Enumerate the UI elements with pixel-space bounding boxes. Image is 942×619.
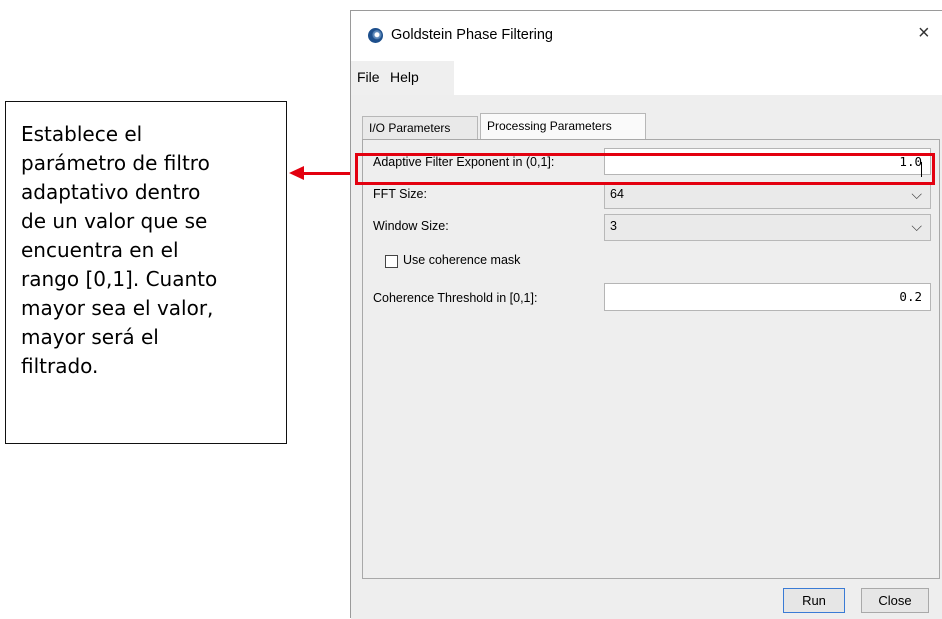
- menu-bar: File Help: [351, 61, 454, 95]
- callout-line: filtrado.: [21, 354, 99, 378]
- callout-line: rango [0,1]. Cuanto: [21, 267, 218, 291]
- dialog-window: Goldstein Phase Filtering × File Help I/…: [350, 10, 942, 619]
- snap-app-icon: [368, 28, 383, 43]
- fft-size-label: FFT Size:: [373, 187, 427, 201]
- coherence-mask-checkbox[interactable]: [385, 255, 398, 268]
- tab-io-parameters[interactable]: I/O Parameters: [362, 116, 478, 139]
- processing-panel: Adaptive Filter Exponent in (0,1]: 1.0 F…: [362, 139, 940, 579]
- callout-line: mayor sea el valor,: [21, 296, 214, 320]
- window-size-label: Window Size:: [373, 219, 449, 233]
- window-size-value: 3: [610, 219, 617, 233]
- coherence-threshold-input[interactable]: 0.2: [604, 283, 931, 311]
- coherence-mask-label: Use coherence mask: [403, 253, 521, 267]
- callout-line: mayor será el: [21, 325, 159, 349]
- menu-file[interactable]: File: [357, 69, 380, 85]
- menu-help[interactable]: Help: [390, 69, 419, 85]
- arrow-line: [303, 172, 355, 175]
- coherence-threshold-label: Coherence Threshold in [0,1]:: [373, 291, 538, 305]
- callout-line: adaptativo dentro: [21, 180, 201, 204]
- tab-processing-parameters[interactable]: Processing Parameters: [480, 113, 646, 140]
- close-icon[interactable]: ×: [918, 23, 930, 43]
- fft-size-select[interactable]: 64 ⌵: [604, 182, 931, 209]
- title-bar: Goldstein Phase Filtering ×: [351, 11, 942, 61]
- window-title: Goldstein Phase Filtering: [391, 27, 553, 43]
- highlight-box: [355, 153, 935, 185]
- window-size-select[interactable]: 3 ⌵: [604, 214, 931, 241]
- fft-size-value: 64: [610, 187, 624, 201]
- callout-line: encuentra en el: [21, 238, 179, 262]
- annotation-callout: Establece el parámetro de filtro adaptat…: [5, 101, 287, 444]
- chevron-down-icon: ⌵: [911, 218, 922, 234]
- callout-line: Establece el: [21, 122, 143, 146]
- arrow-left-icon: [289, 166, 304, 180]
- chevron-down-icon: ⌵: [911, 186, 922, 202]
- run-button[interactable]: Run: [783, 588, 845, 613]
- close-button[interactable]: Close: [861, 588, 929, 613]
- callout-line: de un valor que se: [21, 209, 208, 233]
- callout-line: parámetro de filtro: [21, 151, 210, 175]
